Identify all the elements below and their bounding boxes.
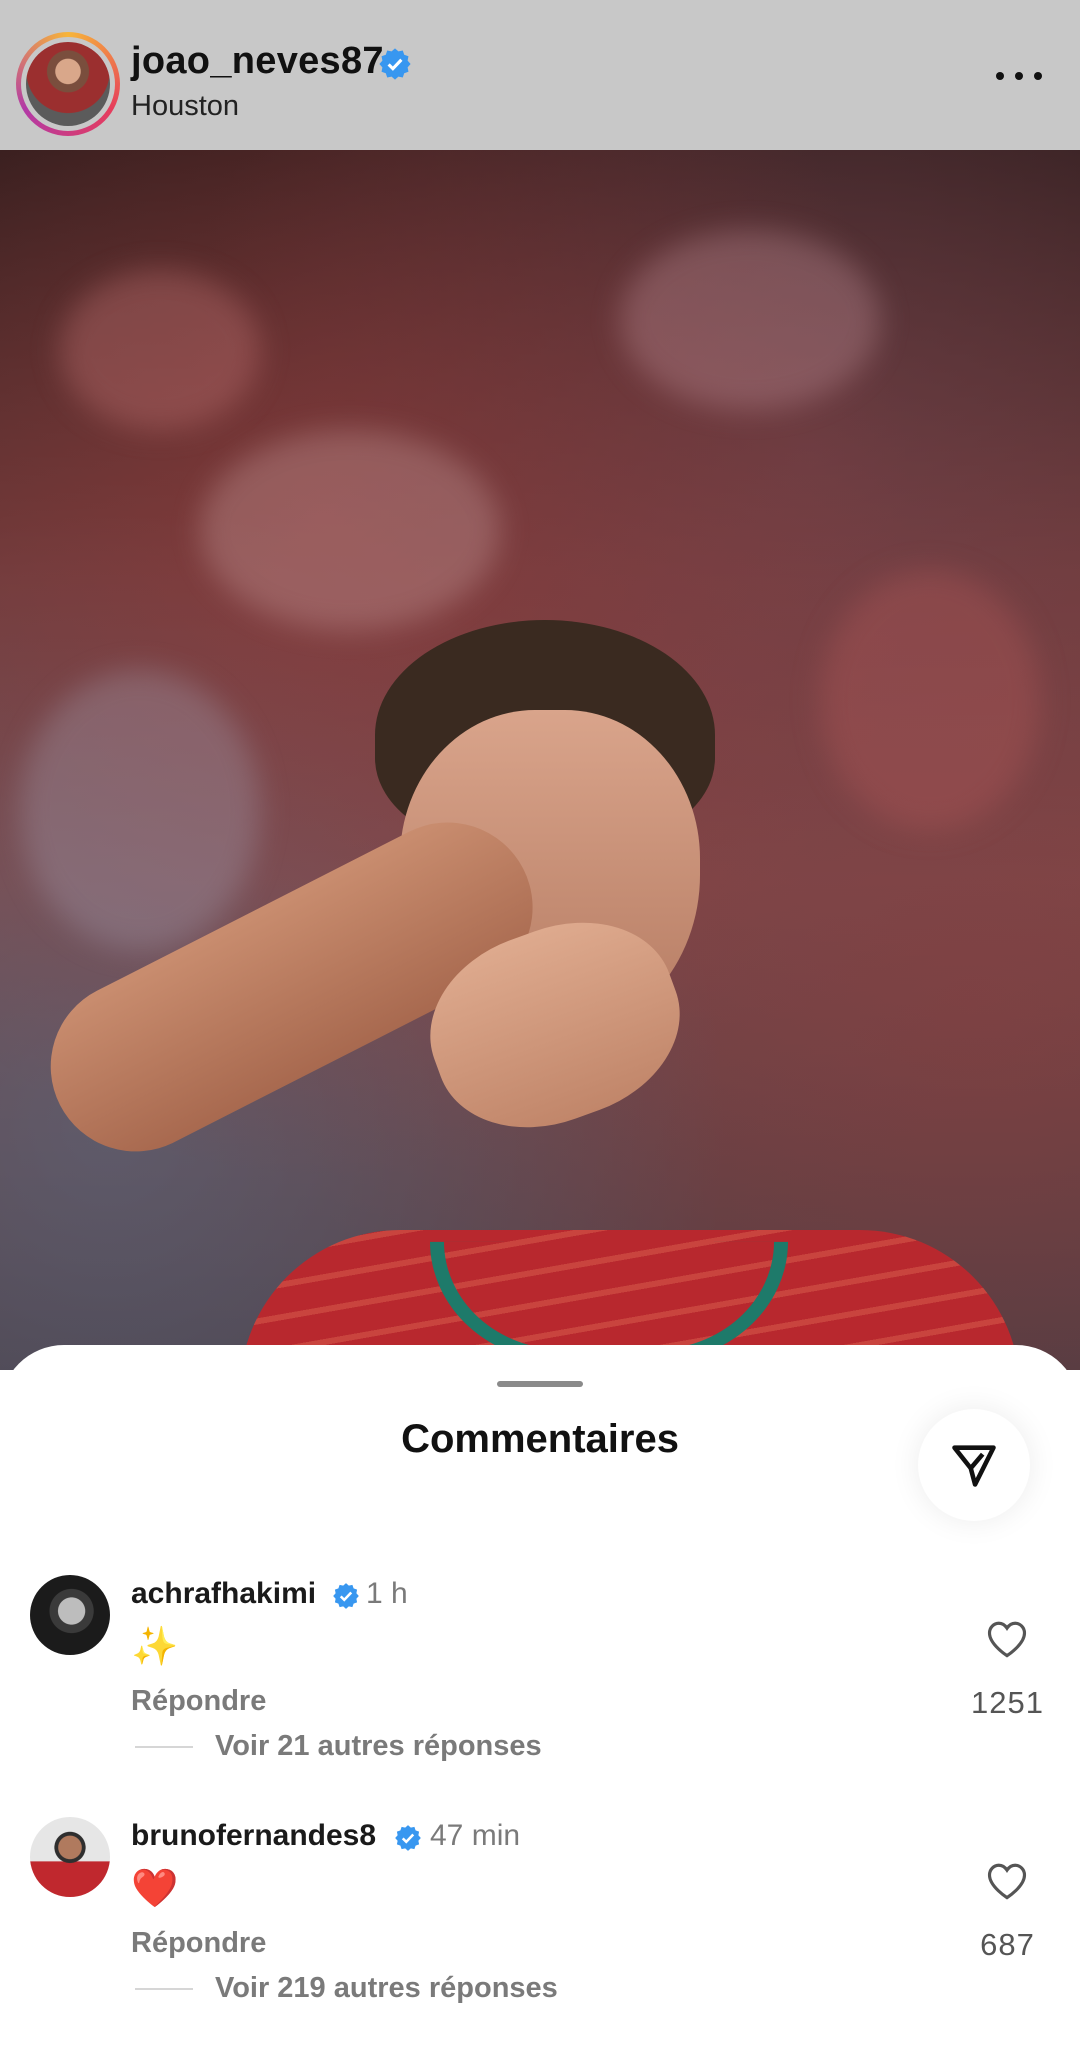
view-replies-button[interactable]: Voir 21 autres réponses <box>215 1730 542 1763</box>
more-options-icon[interactable] <box>996 66 1044 84</box>
replies-divider <box>135 1988 193 1990</box>
comment-text: ❤️ <box>131 1868 179 1910</box>
comment-item: achrafhakimi 1 h ✨ Répondre Voir 21 autr… <box>0 1575 1080 1805</box>
comment-item: brunofernandes8 47 min ❤️ Répondre Voir … <box>0 1817 1080 2047</box>
like-count: 1251 <box>971 1685 1044 1720</box>
commenter-avatar[interactable] <box>30 1817 110 1897</box>
comment-username[interactable]: achrafhakimi <box>131 1577 316 1611</box>
like-count: 687 <box>980 1927 1035 1962</box>
comment-text: ✨ <box>131 1626 179 1668</box>
comment-time: 47 min <box>430 1819 521 1852</box>
comment-time: 1 h <box>366 1577 408 1610</box>
post-location[interactable]: Houston <box>131 90 239 123</box>
share-button[interactable] <box>918 1409 1030 1521</box>
replies-divider <box>135 1746 193 1748</box>
post-image[interactable] <box>0 150 1080 1370</box>
post-header: joao_neves87 Houston <box>0 0 1080 150</box>
profile-avatar[interactable] <box>16 32 120 136</box>
view-replies-button[interactable]: Voir 219 autres réponses <box>215 1972 558 2005</box>
reply-button[interactable]: Répondre <box>131 1927 266 1960</box>
heart-icon[interactable] <box>986 1861 1028 1901</box>
verified-badge-icon <box>333 1583 359 1609</box>
verified-badge-icon <box>395 1825 421 1851</box>
comment-username[interactable]: brunofernandes8 <box>131 1819 376 1853</box>
sheet-drag-handle[interactable] <box>497 1381 583 1387</box>
comments-sheet: Commentaires achrafhakimi 1 h ✨ Répondre… <box>0 1345 1080 2048</box>
verified-badge-icon <box>379 48 411 80</box>
send-icon <box>952 1445 996 1487</box>
reply-button[interactable]: Répondre <box>131 1685 266 1718</box>
post-username[interactable]: joao_neves87 <box>131 40 384 83</box>
commenter-avatar[interactable] <box>30 1575 110 1655</box>
heart-icon[interactable] <box>986 1619 1028 1659</box>
